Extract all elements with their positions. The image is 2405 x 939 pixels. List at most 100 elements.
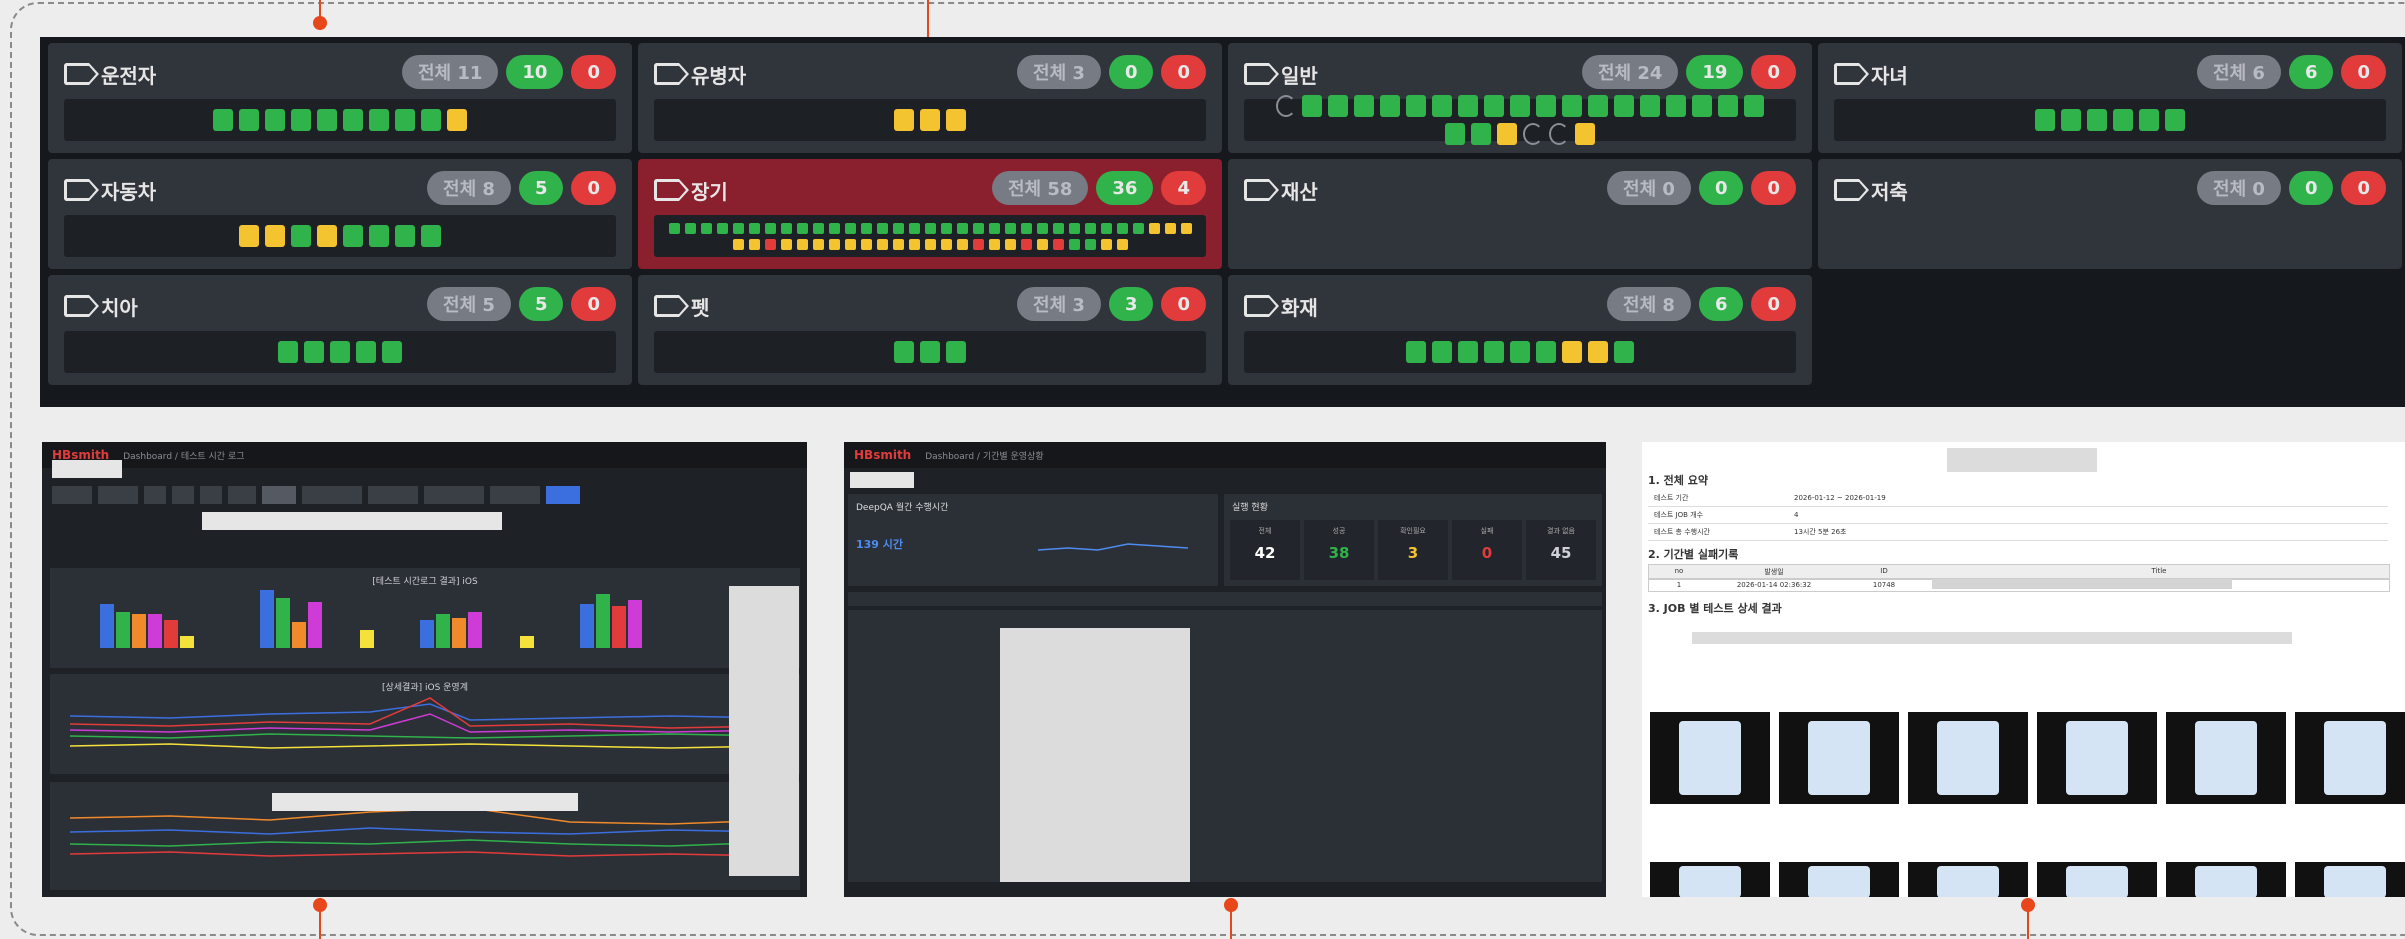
- test-result-square[interactable]: [946, 341, 966, 363]
- pass-count-badge[interactable]: 36: [1096, 171, 1154, 205]
- test-result-square[interactable]: [291, 109, 311, 131]
- test-result-square[interactable]: [1164, 222, 1176, 234]
- test-result-square[interactable]: [317, 225, 337, 247]
- fail-count-badge[interactable]: 0: [1751, 171, 1796, 205]
- pass-count-badge[interactable]: 0: [2288, 171, 2334, 205]
- pass-count-badge[interactable]: 5: [518, 171, 564, 205]
- test-result-square[interactable]: [1180, 222, 1192, 234]
- total-count-badge[interactable]: 전체 8: [1607, 287, 1691, 321]
- test-result-square[interactable]: [1328, 95, 1348, 117]
- test-result-square[interactable]: [732, 222, 744, 234]
- test-result-square[interactable]: [1068, 222, 1080, 234]
- fail-count-badge[interactable]: 0: [1161, 55, 1206, 89]
- screenshot-thumbnail[interactable]: [1779, 712, 1899, 804]
- test-result-square[interactable]: [946, 109, 966, 131]
- category-card[interactable]: 유병자 전체 300: [638, 43, 1222, 153]
- test-result-square[interactable]: [908, 222, 920, 234]
- test-result-square[interactable]: [1614, 341, 1634, 363]
- fail-count-badge[interactable]: 0: [1751, 55, 1796, 89]
- screenshot-thumbnail[interactable]: [2295, 712, 2405, 804]
- test-result-square[interactable]: [1148, 222, 1160, 234]
- test-result-square[interactable]: [317, 109, 337, 131]
- test-result-square[interactable]: [1614, 95, 1634, 117]
- test-result-square[interactable]: [812, 238, 824, 250]
- test-result-square[interactable]: [1100, 222, 1112, 234]
- test-result-square[interactable]: [892, 222, 904, 234]
- test-result-square[interactable]: [764, 222, 776, 234]
- test-result-square[interactable]: [447, 109, 467, 131]
- test-result-square[interactable]: [956, 238, 968, 250]
- test-result-square[interactable]: [1484, 341, 1504, 363]
- category-card[interactable]: 장기 전체 58 36 4: [638, 159, 1222, 269]
- screenshot-thumbnail[interactable]: [1650, 862, 1770, 897]
- fail-count-badge[interactable]: 4: [1161, 171, 1206, 205]
- pass-count-badge[interactable]: 6: [1698, 287, 1744, 321]
- pass-count-badge[interactable]: 0: [1698, 171, 1744, 205]
- test-result-square[interactable]: [1100, 238, 1112, 250]
- category-card[interactable]: 치아 전체 550: [48, 275, 632, 385]
- test-result-square[interactable]: [1692, 95, 1712, 117]
- test-result-square[interactable]: [1406, 95, 1426, 117]
- screenshot-thumbnail[interactable]: [1908, 862, 2028, 897]
- test-result-square[interactable]: [956, 222, 968, 234]
- test-result-square[interactable]: [812, 222, 824, 234]
- running-indicator[interactable]: [1549, 123, 1569, 145]
- test-result-square[interactable]: [1380, 95, 1400, 117]
- test-result-square[interactable]: [1666, 95, 1686, 117]
- test-result-square[interactable]: [748, 238, 760, 250]
- test-result-square[interactable]: [1744, 95, 1764, 117]
- test-result-square[interactable]: [780, 222, 792, 234]
- fail-count-badge[interactable]: 0: [571, 55, 616, 89]
- total-count-badge[interactable]: 전체 11: [401, 55, 499, 89]
- test-result-square[interactable]: [369, 225, 389, 247]
- test-result-square[interactable]: [894, 109, 914, 131]
- test-result-square[interactable]: [1471, 123, 1491, 145]
- test-result-square[interactable]: [395, 225, 415, 247]
- test-result-square[interactable]: [1718, 95, 1738, 117]
- screenshot-thumbnail[interactable]: [2037, 712, 2157, 804]
- test-result-square[interactable]: [844, 222, 856, 234]
- test-result-square[interactable]: [1052, 222, 1064, 234]
- test-result-square[interactable]: [1458, 95, 1478, 117]
- test-result-square[interactable]: [920, 109, 940, 131]
- total-count-badge[interactable]: 전체 3: [1017, 55, 1101, 89]
- test-result-square[interactable]: [972, 222, 984, 234]
- test-result-square[interactable]: [668, 222, 680, 234]
- test-result-square[interactable]: [304, 341, 324, 363]
- test-result-square[interactable]: [1432, 95, 1452, 117]
- test-result-square[interactable]: [876, 238, 888, 250]
- test-result-square[interactable]: [2139, 109, 2159, 131]
- test-result-square[interactable]: [828, 238, 840, 250]
- test-result-square[interactable]: [924, 238, 936, 250]
- test-result-square[interactable]: [716, 222, 728, 234]
- fail-count-badge[interactable]: 0: [571, 171, 616, 205]
- test-result-square[interactable]: [2035, 109, 2055, 131]
- test-result-square[interactable]: [1036, 222, 1048, 234]
- test-result-square[interactable]: [330, 341, 350, 363]
- test-result-square[interactable]: [1116, 222, 1128, 234]
- test-result-square[interactable]: [2113, 109, 2133, 131]
- test-result-square[interactable]: [343, 225, 363, 247]
- test-result-square[interactable]: [1588, 95, 1608, 117]
- test-result-square[interactable]: [1004, 238, 1016, 250]
- test-result-square[interactable]: [356, 341, 376, 363]
- test-result-square[interactable]: [1406, 341, 1426, 363]
- test-result-square[interactable]: [732, 238, 744, 250]
- category-card[interactable]: 재산 전체 000: [1228, 159, 1812, 269]
- test-result-square[interactable]: [1084, 222, 1096, 234]
- test-result-square[interactable]: [700, 222, 712, 234]
- test-result-square[interactable]: [748, 222, 760, 234]
- screenshot-thumbnail[interactable]: [2037, 862, 2157, 897]
- test-result-square[interactable]: [1068, 238, 1080, 250]
- test-result-square[interactable]: [421, 109, 441, 131]
- test-result-square[interactable]: [1484, 95, 1504, 117]
- running-indicator[interactable]: [1523, 123, 1543, 145]
- test-result-square[interactable]: [860, 238, 872, 250]
- test-result-square[interactable]: [1497, 123, 1517, 145]
- total-count-badge[interactable]: 전체 24: [1581, 55, 1679, 89]
- pass-count-badge[interactable]: 3: [1108, 287, 1154, 321]
- test-result-square[interactable]: [876, 222, 888, 234]
- pass-count-badge[interactable]: 10: [506, 55, 564, 89]
- test-result-square[interactable]: [265, 225, 285, 247]
- test-result-square[interactable]: [291, 225, 311, 247]
